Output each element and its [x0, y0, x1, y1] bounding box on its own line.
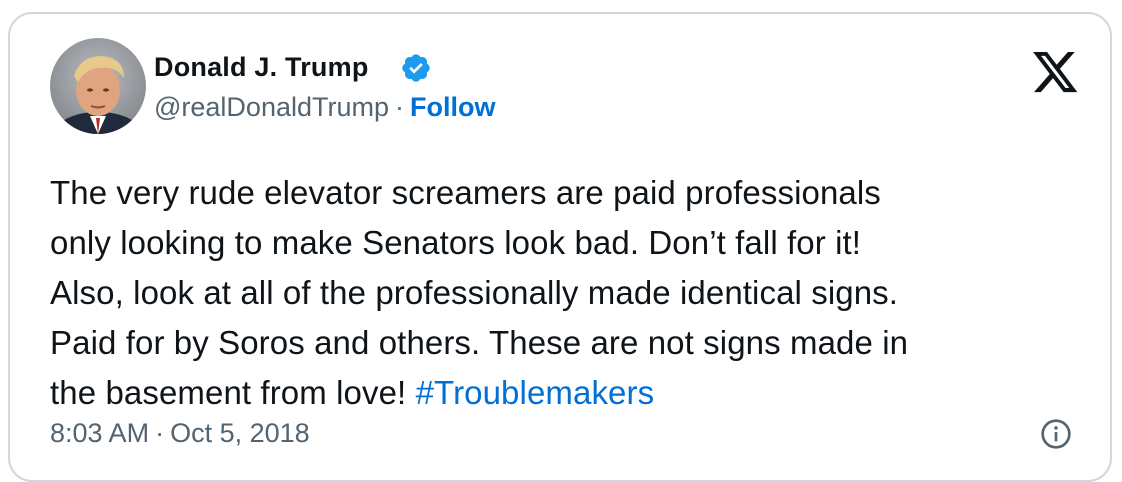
tweet-line: only looking to make Senators look bad. …: [50, 224, 862, 261]
avatar[interactable]: [50, 38, 146, 134]
tweet-time[interactable]: 8:03 AM: [50, 418, 149, 448]
info-icon[interactable]: [1040, 418, 1072, 450]
tweet-line: The very rude elevator screamers are pai…: [50, 174, 881, 211]
tweet-text: The very rude elevator screamers are pai…: [50, 168, 1090, 418]
tweet-line-last: the basement from love! #Troublemakers: [50, 368, 1090, 418]
verified-badge-icon: [402, 54, 430, 82]
author-handle[interactable]: @realDonaldTrump: [154, 92, 389, 122]
timestamp-separator: ·: [155, 418, 165, 448]
tweet-date[interactable]: Oct 5, 2018: [170, 418, 310, 448]
tweet-line: Paid for by Soros and others. These are …: [50, 324, 909, 361]
author-display-name[interactable]: Donald J. Trump: [154, 52, 369, 83]
author-handle-row: @realDonaldTrump · Follow: [154, 92, 495, 123]
tweet-line: the basement from love!: [50, 374, 416, 411]
handle-separator: ·: [395, 92, 404, 122]
avatar-photo: [50, 38, 146, 134]
follow-button[interactable]: Follow: [410, 92, 495, 122]
tweet-timestamp[interactable]: 8:03 AM · Oct 5, 2018: [50, 418, 310, 449]
x-logo-icon[interactable]: [1033, 52, 1079, 94]
tweet-card[interactable]: Donald J. Trump @realDonaldTrump · Follow …: [8, 12, 1112, 482]
tweet-line: Also, look at all of the professionally …: [50, 274, 899, 311]
hashtag-link[interactable]: #Troublemakers: [416, 374, 655, 411]
